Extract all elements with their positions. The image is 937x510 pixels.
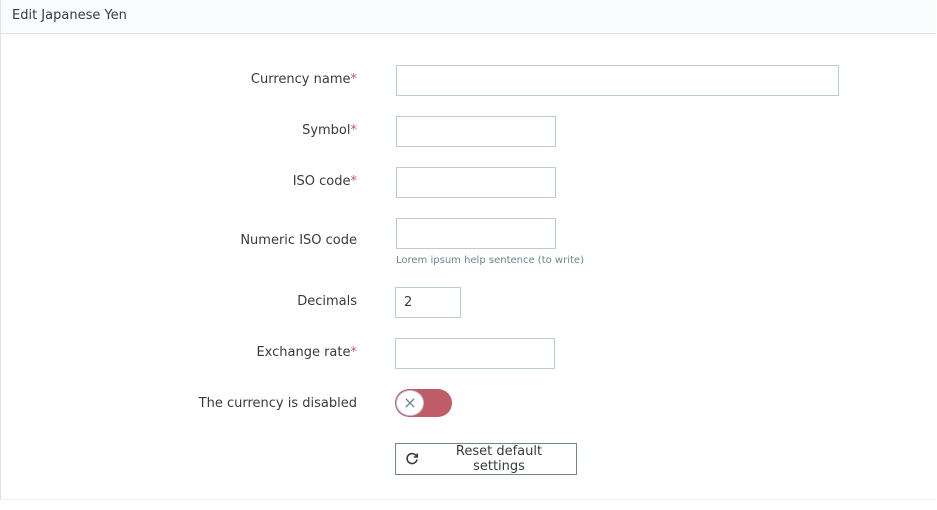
iso-code-label-text: ISO code <box>292 174 351 189</box>
numeric-iso-code-label: Numeric ISO code <box>240 233 357 248</box>
reset-default-settings-button[interactable]: Reset default settings <box>395 443 577 475</box>
currency-disabled-label: The currency is disabled <box>198 396 357 411</box>
refresh-icon <box>405 452 419 466</box>
reset-default-settings-label: Reset default settings <box>455 444 543 474</box>
required-marker: * <box>350 345 358 360</box>
currency-name-label-text: Currency name <box>250 72 351 87</box>
page-title: Edit Japanese Yen <box>12 8 127 23</box>
required-marker: * <box>350 123 358 138</box>
numeric-iso-code-help: Lorem ipsum help sentence (to write) <box>396 255 584 266</box>
required-marker: * <box>350 174 358 189</box>
currency-name-label: Currency name* <box>251 72 357 87</box>
card-header: Edit Japanese Yen <box>1 0 936 34</box>
numeric-iso-code-input[interactable] <box>396 218 556 249</box>
iso-code-label: ISO code* <box>293 174 357 189</box>
required-marker: * <box>350 72 358 87</box>
symbol-label-text: Symbol <box>302 123 351 138</box>
close-icon: × <box>403 392 417 412</box>
decimals-input[interactable] <box>395 287 461 318</box>
iso-code-input[interactable] <box>396 167 556 198</box>
exchange-rate-input[interactable] <box>395 338 555 369</box>
currency-name-input[interactable] <box>396 65 839 96</box>
decimals-label: Decimals <box>297 294 357 309</box>
exchange-rate-label: Exchange rate* <box>256 345 357 360</box>
symbol-label: Symbol* <box>302 123 357 138</box>
currency-disabled-switch[interactable]: × <box>395 389 452 417</box>
switch-knob: × <box>396 390 424 416</box>
symbol-input[interactable] <box>396 116 556 147</box>
edit-currency-card: Edit Japanese Yen Currency name* Symbol*… <box>0 0 936 500</box>
exchange-rate-label-text: Exchange rate <box>256 345 351 360</box>
